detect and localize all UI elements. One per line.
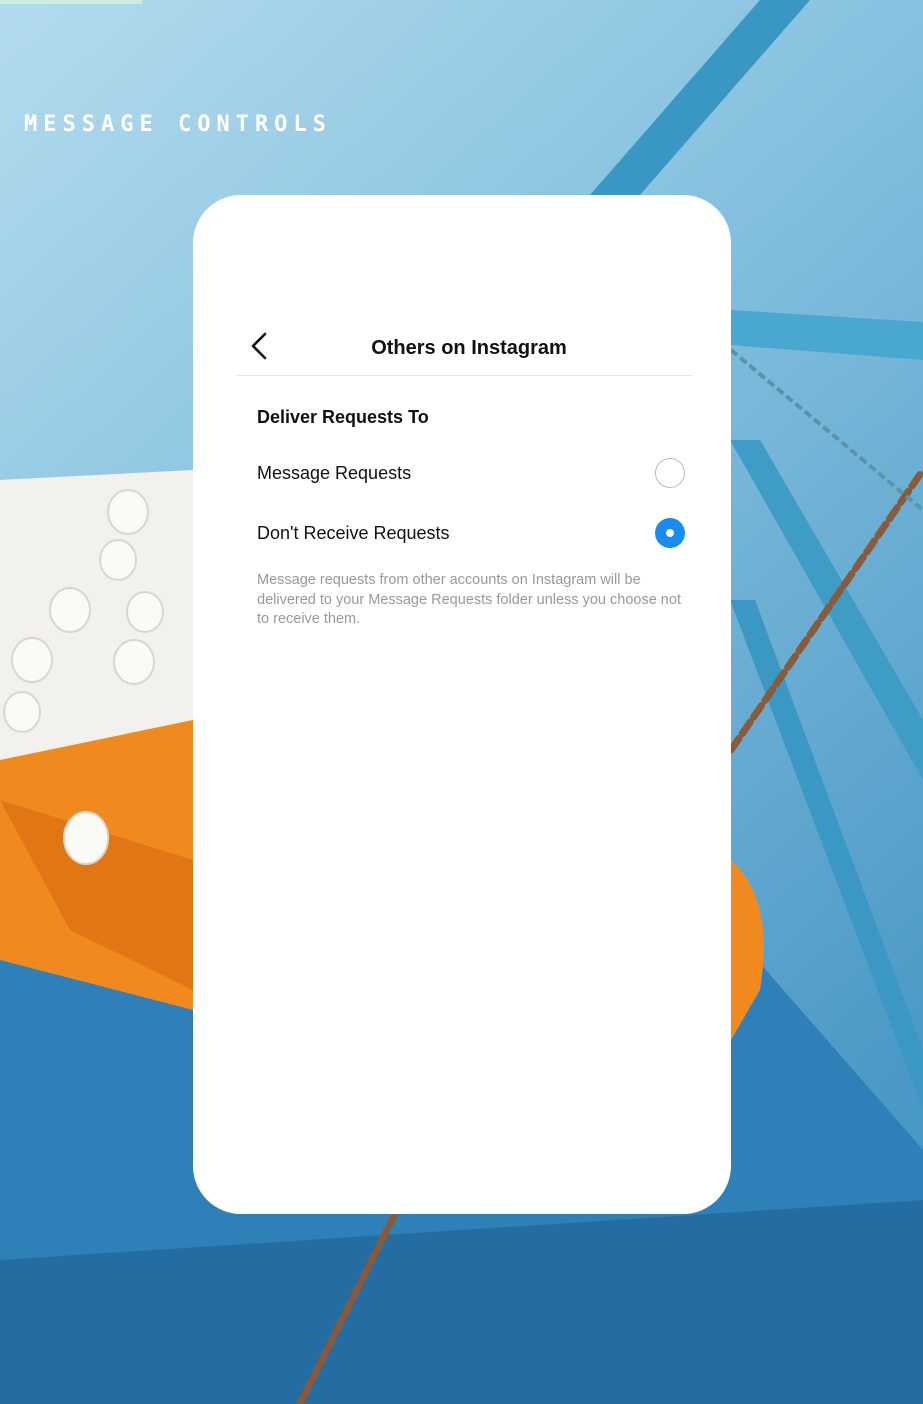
accent-bar — [0, 0, 142, 4]
nav-bar: Others on Instagram — [237, 323, 693, 376]
phone-screen: Others on Instagram Deliver Requests To … — [193, 195, 731, 1214]
section-label: MESSAGE CONTROLS — [24, 112, 332, 137]
option-dont-receive-requests[interactable]: Don't Receive Requests — [257, 514, 685, 554]
help-text: Message requests from other accounts on … — [257, 572, 681, 627]
radio-dot — [666, 529, 674, 537]
option-label: Message Requests — [257, 463, 412, 483]
radio-selected[interactable] — [655, 518, 685, 548]
radio-unselected[interactable] — [655, 458, 685, 488]
option-message-requests[interactable]: Message Requests — [257, 454, 685, 494]
option-label: Don't Receive Requests — [257, 523, 450, 543]
screen-title: Others on Instagram — [371, 337, 567, 359]
section-heading: Deliver Requests To — [257, 407, 429, 427]
